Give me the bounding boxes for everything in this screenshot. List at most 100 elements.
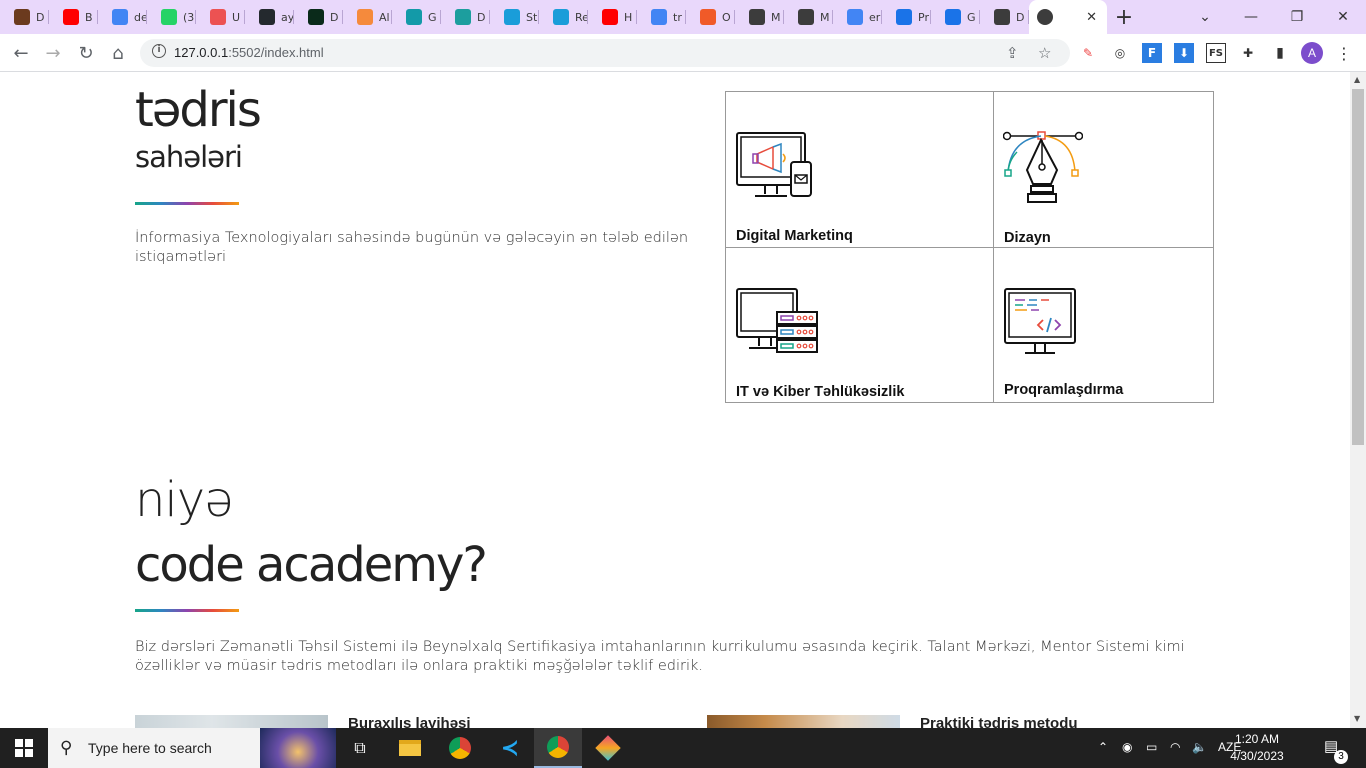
card-label: IT və Kiber Təhlükəsizlik: [736, 384, 905, 400]
menu-kebab-icon[interactable]: ⋮: [1334, 43, 1354, 63]
heart-icon: [357, 9, 373, 25]
back-arrow-icon[interactable]: ←: [9, 41, 33, 65]
browser-tab[interactable]: tr: [637, 0, 686, 34]
browser-tab[interactable]: D: [441, 0, 490, 34]
section-title-sub: sahələri: [135, 140, 243, 174]
browser-tab[interactable]: Re: [539, 0, 588, 34]
feature-title: Buraxılış layihəsi: [348, 715, 471, 728]
task-view-button[interactable]: ⧉: [336, 728, 384, 768]
address-bar: ← → ↻ ⌂ i 127.0.0.1:5502/index.html ⇪ ☆ …: [0, 34, 1366, 72]
git-app-button[interactable]: [584, 728, 632, 768]
browser-tab[interactable]: (3: [147, 0, 196, 34]
tab-title: ay: [281, 10, 294, 24]
browser-tab[interactable]: B: [49, 0, 98, 34]
taskbar-search-box[interactable]: ⚲ Type here to search: [48, 728, 336, 768]
browser-tab[interactable]: M: [735, 0, 784, 34]
browser-tab[interactable]: er: [833, 0, 882, 34]
browser-tab[interactable]: ay: [245, 0, 294, 34]
browser-tab[interactable]: H: [588, 0, 637, 34]
download-extension-icon[interactable]: ⬇: [1174, 43, 1194, 63]
search-highlight-image: [260, 728, 336, 768]
feature-title: Praktiki tədris metodu: [920, 715, 1078, 728]
url-field[interactable]: i 127.0.0.1:5502/index.html ⇪ ☆: [140, 39, 1070, 67]
scroll-up-arrow-icon[interactable]: ▲: [1354, 75, 1360, 84]
reload-icon[interactable]: ↻: [74, 41, 98, 65]
tab-search-chevron-icon[interactable]: ⌄: [1182, 0, 1228, 34]
vscode-button[interactable]: ≺: [486, 728, 534, 768]
dark-favicon: [14, 9, 30, 25]
battery-icon[interactable]: ▭: [1146, 740, 1157, 754]
close-tab-icon[interactable]: ✕: [1086, 10, 1097, 25]
rainbow-divider: [135, 202, 239, 205]
browser-tab[interactable]: U: [196, 0, 245, 34]
browser-tab[interactable]: Pr: [882, 0, 931, 34]
chrome-profile-button[interactable]: [534, 728, 582, 768]
scroll-down-arrow-icon[interactable]: ▼: [1354, 714, 1360, 723]
new-tab-button[interactable]: +: [1107, 0, 1141, 34]
card-it-cybersecurity[interactable]: IT və Kiber Təhlükəsizlik: [726, 248, 994, 402]
tab-title: Pr: [918, 10, 929, 24]
tab-title: H: [624, 10, 633, 24]
tab-title: er: [869, 10, 881, 24]
browser-tab[interactable]: de: [98, 0, 147, 34]
card-digital-marketing[interactable]: Digital Marketinq: [726, 92, 994, 248]
browser-tab[interactable]: D: [0, 0, 49, 34]
browser-tab-active[interactable]: ✕: [1029, 0, 1107, 34]
tab-title: Re: [575, 10, 588, 24]
youtube-icon: [602, 9, 618, 25]
color-picker-extension-icon[interactable]: ✎: [1078, 43, 1098, 63]
url-host: 127.0.0.1: [174, 45, 229, 60]
tab-title: G: [428, 10, 437, 24]
maximize-button[interactable]: ❐: [1274, 0, 1320, 34]
chrome-button[interactable]: [436, 728, 484, 768]
volume-icon[interactable]: 🔈: [1192, 740, 1207, 754]
feature-image: [135, 715, 328, 728]
notification-count-badge: 3: [1334, 750, 1348, 764]
home-icon[interactable]: ⌂: [106, 41, 130, 65]
card-label: Proqramlaşdırma: [1004, 382, 1124, 398]
share-icon[interactable]: ⇪: [1006, 44, 1019, 62]
meet-now-icon[interactable]: ◉: [1122, 740, 1132, 754]
search-icon: ⚲: [60, 738, 73, 758]
card-design[interactable]: Dizayn: [994, 92, 1213, 248]
close-window-button[interactable]: ✕: [1320, 0, 1366, 34]
wifi-icon[interactable]: ◠: [1170, 740, 1180, 754]
profile-avatar[interactable]: A: [1301, 42, 1323, 64]
server-monitor-icon: [736, 288, 818, 353]
extension-circle-icon[interactable]: ◎: [1110, 43, 1130, 63]
browser-tab[interactable]: G: [392, 0, 441, 34]
file-explorer-button[interactable]: [386, 728, 434, 768]
browser-tab[interactable]: M: [784, 0, 833, 34]
browser-tab[interactable]: D: [980, 0, 1029, 34]
browser-tab[interactable]: O: [686, 0, 735, 34]
card-label: Digital Marketinq: [736, 228, 853, 244]
figma-dots-icon: [553, 9, 569, 25]
scrollbar-thumb[interactable]: [1352, 89, 1364, 445]
page-scrollbar[interactable]: ▲ ▼: [1350, 72, 1366, 728]
forward-arrow-icon[interactable]: →: [41, 41, 65, 65]
chrome-icon: [449, 737, 471, 759]
fi-extension-icon[interactable]: F: [1142, 43, 1162, 63]
start-button[interactable]: [0, 728, 48, 768]
site-info-icon[interactable]: i: [152, 44, 166, 58]
c-circle-icon: [896, 9, 912, 25]
browser-tab[interactable]: D: [294, 0, 343, 34]
browser-tab[interactable]: Al: [343, 0, 392, 34]
browser-tab[interactable]: St: [490, 0, 539, 34]
tab-title: tr: [673, 10, 682, 24]
side-panel-icon[interactable]: ▮: [1270, 43, 1290, 63]
udemy-icon: [210, 9, 226, 25]
tab-strip: D Bde (3 Uay D Al G D St Re Htr O M Mer Pr G D ✕ +: [0, 0, 1366, 34]
bookmark-star-icon[interactable]: ☆: [1038, 44, 1051, 62]
globe-icon: [994, 9, 1010, 25]
tab-title: O: [722, 10, 731, 24]
taskbar-clock[interactable]: 1:20 AM 4/30/2023: [1224, 731, 1290, 765]
whatsapp-icon: [161, 9, 177, 25]
feature-image: [707, 715, 900, 728]
browser-tab[interactable]: G: [931, 0, 980, 34]
extensions-puzzle-icon[interactable]: ✚: [1238, 43, 1258, 63]
card-programming[interactable]: Proqramlaşdırma: [994, 248, 1213, 402]
minimize-button[interactable]: —: [1228, 0, 1274, 34]
fs-extension-icon[interactable]: FS: [1206, 43, 1226, 63]
tray-chevron-icon[interactable]: ⌃: [1098, 740, 1108, 754]
